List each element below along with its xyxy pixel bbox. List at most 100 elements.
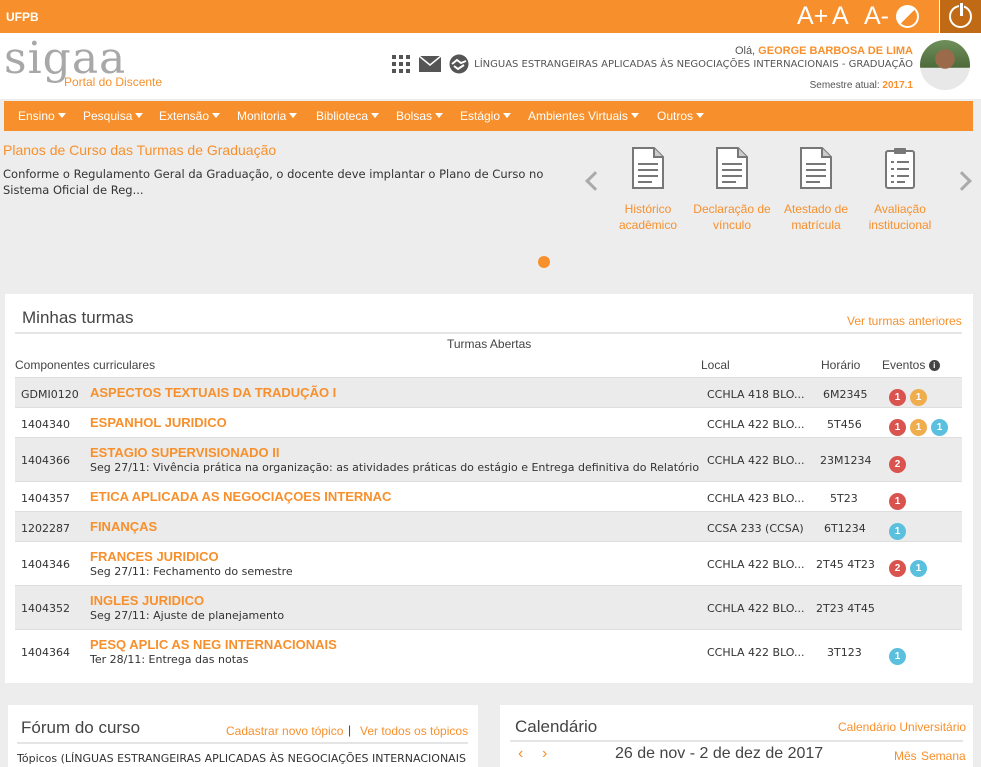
logout-button[interactable] (939, 0, 981, 33)
university-calendar-link[interactable]: Calendário Universitário (838, 720, 966, 734)
class-name-link[interactable]: FRANCES JURIDICO (90, 549, 219, 564)
caret-down-icon (57, 113, 66, 118)
nav-outros[interactable]: Outros (657, 109, 705, 123)
course-name: LÍNGUAS ESTRANGEIRAS APLICADAS ÀS NEGOCI… (474, 59, 913, 70)
event-badges[interactable]: 1 (889, 489, 910, 510)
turmas-subtitle: Turmas Abertas (447, 337, 532, 351)
mail-icon[interactable] (419, 56, 441, 72)
turmas-title: Minhas turmas (22, 308, 134, 327)
font-increase-button[interactable]: A+ (797, 3, 828, 30)
news-text: Conforme o Regulamento Geral da Graduaçã… (3, 167, 544, 197)
caret-down-icon (696, 113, 705, 118)
event-badge: 1 (910, 419, 927, 436)
event-badge: 1 (889, 493, 906, 510)
table-row[interactable]: 1404364 PESQ APLIC AS NEG INTERNACIONAIS… (15, 629, 962, 673)
table-row[interactable]: 1404346 FRANCES JURIDICO Seg 27/11: Fech… (15, 541, 962, 585)
class-name-link[interactable]: FINANÇAS (90, 519, 157, 534)
class-event-note: Seg 27/11: Vivência prática na organizaç… (90, 461, 700, 474)
event-badge: 2 (889, 456, 906, 473)
class-name-link[interactable]: ASPECTOS TEXTUAIS DA TRADUÇÃO I (90, 385, 336, 400)
nav-bolsas[interactable]: Bolsas (396, 109, 444, 123)
apps-grid-icon[interactable] (392, 55, 410, 73)
header: sigaa Portal do Discente Olá, GEORGE BAR… (0, 33, 981, 99)
info-icon[interactable]: i (928, 360, 940, 371)
view-week-button[interactable]: Semana (921, 749, 966, 763)
nav-ensino[interactable]: Ensino (18, 109, 66, 123)
table-row[interactable]: 1404352 INGLES JURIDICO Seg 27/11: Ajust… (15, 585, 962, 629)
table-row[interactable]: 1404357 ETICA APLICADA AS NEGOCIAÇOES IN… (15, 481, 962, 511)
class-event-note: Ter 28/11: Entrega das notas (90, 653, 249, 666)
forum-topics-text: Tópicos (LÍNGUAS ESTRANGEIRAS APLICADAS … (17, 752, 466, 765)
tile-avaliacao-institucional[interactable]: Avaliação institucional (855, 147, 945, 233)
carousel-prev-icon[interactable] (585, 171, 605, 191)
col-eventos: Eventos i (882, 358, 940, 372)
calendar-next-button[interactable]: › (542, 745, 547, 763)
caret-down-icon (135, 113, 144, 118)
col-componentes: Componentes curriculares (15, 358, 156, 372)
event-badge: 2 (889, 560, 906, 577)
class-name-link[interactable]: INGLES JURIDICO (90, 593, 204, 608)
class-event-note: Seg 27/11: Fechamento do semestre (90, 565, 293, 578)
event-badges[interactable]: 1 (889, 519, 910, 540)
class-name-link[interactable]: ETICA APLICADA AS NEGOCIAÇOES INTERNAC (90, 489, 391, 504)
event-badges[interactable]: 11 (889, 385, 931, 406)
contrast-icon[interactable] (896, 5, 919, 28)
carousel-indicator[interactable] (538, 256, 550, 268)
top-bar: UFPB A+ A A- (0, 0, 981, 33)
tile-declaracao-vinculo[interactable]: Declaração de vínculo (687, 147, 777, 233)
event-badge: 1 (910, 560, 927, 577)
table-row[interactable]: 1404366 ESTAGIO SUPERVISIONADO II Seg 27… (15, 437, 962, 481)
caret-down-icon (212, 113, 221, 118)
forum-title: Fórum do curso (21, 718, 141, 737)
portal-subtitle: Portal do Discente (64, 75, 163, 89)
event-badge: 1 (910, 389, 927, 406)
tile-historico[interactable]: Histórico acadêmico (603, 147, 693, 233)
institution-label: UFPB (6, 10, 39, 24)
nav-estagio[interactable]: Estágio (460, 109, 512, 123)
table-row[interactable]: 1202287 FINANÇAS CCSA 233 (CCSA) 6T1234 … (15, 511, 962, 541)
font-normal-button[interactable]: A (832, 3, 849, 30)
event-badges[interactable]: 21 (889, 556, 931, 577)
table-row[interactable]: 1404340 ESPANHOL JURIDICO CCHLA 422 BLO.… (15, 407, 962, 437)
event-badge: 1 (889, 523, 906, 540)
main-nav: Ensino Pesquisa Extensão Monitoria Bibli… (4, 101, 973, 131)
tile-atestado-matricula[interactable]: Atestado de matrícula (771, 147, 861, 233)
event-badges[interactable]: 111 (889, 415, 952, 436)
nav-extensao[interactable]: Extensão (159, 109, 221, 123)
handshake-icon[interactable] (448, 54, 470, 74)
calendar-prev-button[interactable]: ‹ (518, 745, 523, 763)
caret-down-icon (371, 113, 380, 118)
current-semester: Semestre atual: 2017.1 (809, 80, 913, 91)
user-name: GEORGE BARBOSA DE LIMA (758, 45, 913, 57)
nav-ambientes-virtuais[interactable]: Ambientes Virtuais (528, 109, 639, 123)
event-badges[interactable]: 2 (889, 452, 910, 473)
new-topic-link[interactable]: Cadastrar novo tópico (226, 724, 343, 738)
event-badge: 1 (889, 389, 906, 406)
document-icon (632, 147, 664, 189)
class-name-link[interactable]: PESQ APLIC AS NEG INTERNACIONAIS (90, 637, 337, 652)
event-badge: 1 (931, 419, 948, 436)
news-title[interactable]: Planos de Curso das Turmas de Graduação (3, 142, 276, 158)
user-greeting: Olá, GEORGE BARBOSA DE LIMA (734, 45, 913, 57)
view-month-button[interactable]: Mês (894, 749, 917, 763)
caret-down-icon (503, 113, 512, 118)
document-icon (800, 147, 832, 189)
calendar-title: Calendário (515, 717, 598, 736)
event-badges[interactable]: 1 (889, 644, 910, 665)
document-icon (716, 147, 748, 189)
all-topics-link[interactable]: Ver todos os tópicos (360, 724, 468, 738)
nav-monitoria[interactable]: Monitoria (237, 109, 298, 123)
calendar-range: 26 de nov - 2 de dez de 2017 (615, 745, 824, 762)
carousel-next-icon[interactable] (952, 171, 972, 191)
class-name-link[interactable]: ESTAGIO SUPERVISIONADO II (90, 445, 280, 460)
col-horario: Horário (821, 358, 861, 372)
event-badge: 1 (889, 419, 906, 436)
nav-biblioteca[interactable]: Biblioteca (316, 109, 380, 123)
table-row[interactable]: GDMI0120 ASPECTOS TEXTUAIS DA TRADUÇÃO I… (15, 377, 962, 407)
class-name-link[interactable]: ESPANHOL JURIDICO (90, 415, 227, 430)
previous-classes-link[interactable]: Ver turmas anteriores (847, 314, 962, 328)
font-decrease-button[interactable]: A- (864, 3, 889, 30)
caret-down-icon (289, 113, 298, 118)
avatar[interactable] (920, 40, 970, 90)
nav-pesquisa[interactable]: Pesquisa (83, 109, 144, 123)
